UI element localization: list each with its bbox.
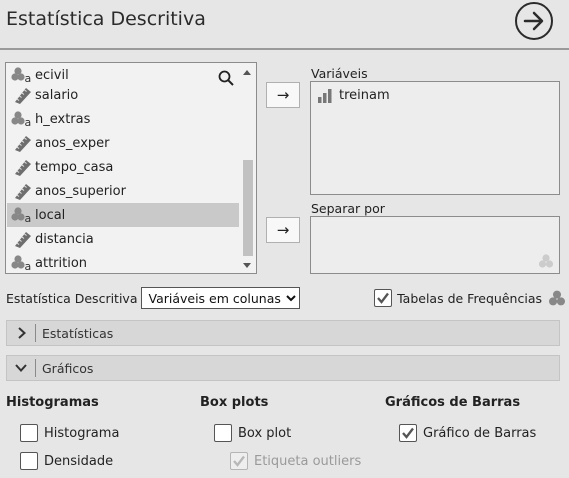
list-scrollbar[interactable]	[240, 64, 255, 272]
list-item[interactable]: distancia	[7, 227, 239, 251]
densidade-option[interactable]: Densidade	[20, 452, 113, 470]
title-divider	[0, 48, 569, 50]
list-item-label: anos_superior	[35, 183, 126, 199]
histograma-option[interactable]: Histograma	[20, 424, 119, 442]
grafico-barras-checkbox[interactable]	[399, 424, 417, 442]
layout-label: Estatística Descritiva	[6, 290, 138, 306]
etiqueta-outliers-option: Etiqueta outliers	[230, 452, 361, 470]
list-item[interactable]: anos_superior	[7, 179, 239, 203]
svg-text:a: a	[25, 116, 32, 128]
barras-heading: Gráficos de Barras	[385, 395, 521, 410]
list-item[interactable]: tempo_casa	[7, 155, 239, 179]
variables-target-box[interactable]: treinam	[310, 81, 560, 195]
chevron-right-icon	[18, 327, 26, 339]
densidade-checkbox[interactable]	[20, 452, 38, 470]
chevron-down-icon	[15, 364, 27, 372]
page-title: Estatística Descritiva	[6, 8, 206, 30]
boxplot-option[interactable]: Box plot	[214, 424, 291, 442]
list-item-label: attrition	[35, 255, 88, 271]
list-item-label: local	[35, 207, 66, 223]
frequency-tables-label: Tabelas de Frequências	[397, 290, 542, 306]
move-to-variables-button[interactable]: →	[266, 82, 300, 108]
frequency-tables-checkbox[interactable]	[374, 289, 393, 307]
list-item[interactable]: a attrition	[7, 251, 239, 273]
variable-list[interactable]: a ecivil salario a h_extras anos_exper tempo_c…	[5, 62, 257, 274]
scroll-down-arrow[interactable]	[243, 263, 251, 268]
options-row: Estatística Descritiva Variáveis em colu…	[6, 285, 566, 311]
section-estatisticas-label: Estatísticas	[42, 325, 114, 341]
list-item-label: anos_exper	[35, 135, 110, 151]
nominal-variable-icon: a	[11, 207, 32, 224]
scroll-up-arrow[interactable]	[243, 70, 251, 75]
section-graficos-label: Gráficos	[42, 360, 94, 376]
scale-variable-icon	[15, 88, 31, 104]
boxplot-checkbox[interactable]	[214, 424, 232, 442]
list-item[interactable]: anos_exper	[7, 131, 239, 155]
scale-variable-icon	[15, 136, 31, 152]
split-box-label: Separar por	[311, 201, 385, 216]
nominal-variable-icon	[538, 254, 554, 268]
boxplots-heading: Box plots	[200, 395, 269, 410]
nominal-variable-icon: a	[11, 67, 31, 84]
list-item[interactable]: a h_extras	[7, 107, 239, 131]
section-estatisticas[interactable]: Estatísticas	[6, 320, 560, 346]
ordinal-variable-icon	[318, 88, 332, 103]
svg-text:a: a	[25, 260, 32, 272]
histograma-checkbox[interactable]	[20, 424, 38, 442]
nominal-variable-icon: a	[11, 255, 32, 272]
move-to-split-button[interactable]: →	[266, 217, 300, 243]
list-item-label: ecivil	[35, 67, 69, 83]
scroll-thumb[interactable]	[243, 160, 253, 256]
svg-text:a: a	[25, 212, 32, 224]
grafico-barras-option[interactable]: Gráfico de Barras	[399, 424, 536, 442]
list-item[interactable]: a local	[7, 203, 239, 227]
list-item[interactable]: salario	[7, 83, 239, 107]
scale-variable-icon	[15, 160, 31, 176]
layout-select[interactable]: Variáveis em colunas	[141, 287, 301, 309]
variables-box-label: Variáveis	[311, 66, 368, 81]
list-item-label: distancia	[35, 231, 94, 247]
checkmark-icon	[233, 455, 245, 467]
histogramas-heading: Histogramas	[6, 395, 99, 410]
scale-variable-icon	[15, 232, 31, 248]
list-item-label: h_extras	[35, 111, 91, 127]
etiqueta-outliers-checkbox	[230, 452, 248, 470]
nominal-variable-icon	[549, 290, 565, 306]
checkmark-icon	[377, 292, 390, 304]
section-graficos[interactable]: Gráficos	[6, 355, 560, 381]
split-target-box[interactable]	[310, 216, 560, 274]
checkmark-icon	[402, 427, 414, 439]
list-item-label: salario	[35, 87, 79, 103]
arrow-right-circle-icon	[523, 11, 544, 31]
nominal-variable-icon: a	[11, 111, 32, 128]
list-item[interactable]: treinam	[317, 88, 390, 103]
scale-variable-icon	[15, 184, 31, 200]
run-button[interactable]	[515, 2, 553, 40]
list-item-label: tempo_casa	[35, 159, 114, 175]
